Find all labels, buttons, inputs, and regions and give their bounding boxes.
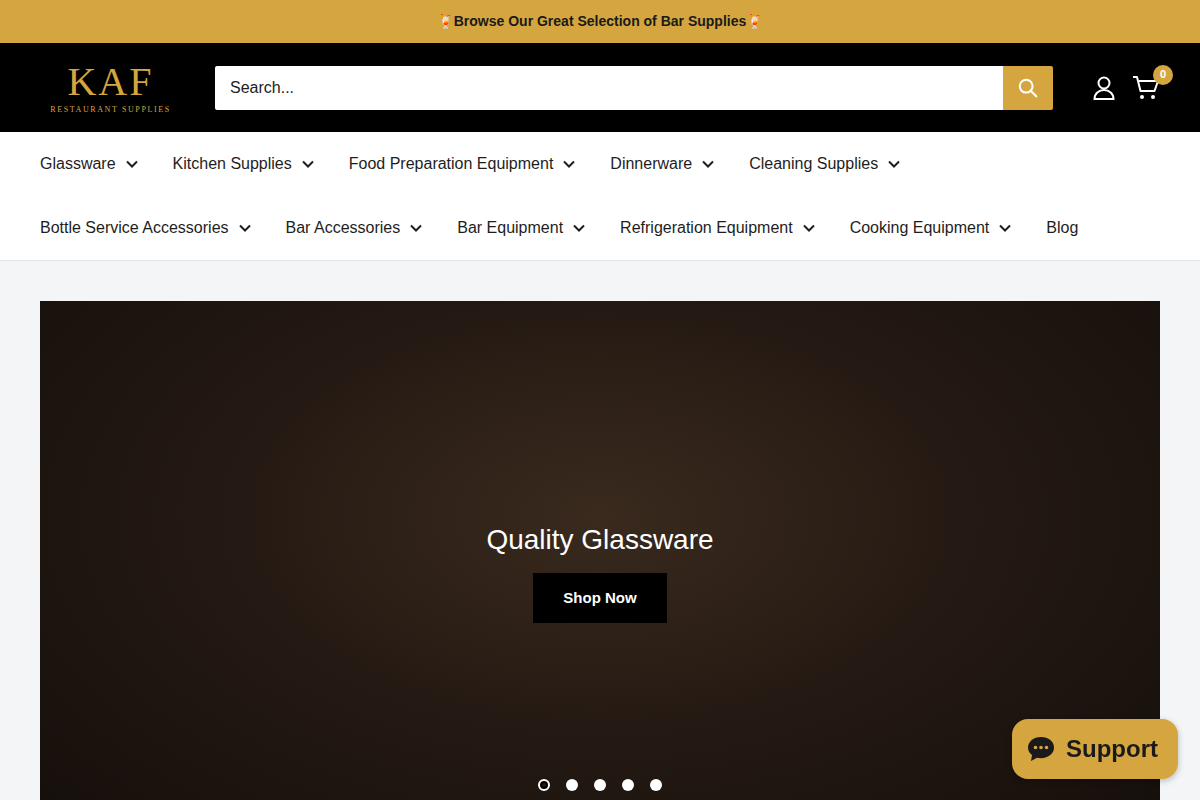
nav-item[interactable]: Glassware [40, 152, 138, 176]
nav-label: Bar Equipment [457, 216, 563, 240]
chevron-down-icon [126, 160, 138, 168]
chevron-down-icon [803, 224, 815, 232]
account-icon [1093, 76, 1115, 100]
slider-dot[interactable] [650, 779, 662, 791]
nav-label: Kitchen Supplies [173, 152, 292, 176]
chat-icon [1026, 735, 1056, 763]
site-header: KAF RESTAURANT SUPPLIES 0 [0, 43, 1200, 132]
search-icon [1017, 77, 1039, 99]
announcement-text: 🍹Browse Our Great Selection of Bar Suppl… [437, 11, 764, 32]
cart-link[interactable]: 0 [1132, 75, 1160, 101]
logo-tagline: RESTAURANT SUPPLIES [40, 106, 181, 114]
logo[interactable]: KAF RESTAURANT SUPPLIES [40, 62, 181, 114]
support-button[interactable]: Support [1012, 719, 1178, 779]
nav-row: Bottle Service Accessories Bar Accessorie… [40, 196, 1160, 260]
shop-now-button[interactable]: Shop Now [533, 573, 666, 624]
main-nav: Glassware Kitchen Supplies Food Preparatio… [0, 132, 1200, 261]
nav-item[interactable]: Refrigeration Equipment [620, 216, 815, 240]
cart-count-badge: 0 [1153, 65, 1173, 85]
hero-title: Quality Glassware [486, 519, 713, 561]
nav-item[interactable]: Food Preparation Equipment [349, 152, 576, 176]
search-form [215, 66, 1053, 110]
nav-label: Dinnerware [610, 152, 692, 176]
header-actions: 0 [1093, 75, 1160, 101]
nav-label: Cleaning Supplies [749, 152, 878, 176]
chevron-down-icon [239, 224, 251, 232]
announcement-bar: 🍹Browse Our Great Selection of Bar Suppl… [0, 0, 1200, 43]
nav-label: Glassware [40, 152, 116, 176]
account-link[interactable] [1093, 76, 1115, 100]
nav-label: Blog [1046, 216, 1078, 240]
hero-section: Quality Glassware Shop Now [0, 261, 1200, 800]
nav-item[interactable]: Cleaning Supplies [749, 152, 900, 176]
logo-mark: KAF [40, 62, 181, 102]
nav-item[interactable]: Dinnerware [610, 152, 714, 176]
nav-item[interactable]: Bottle Service Accessories [40, 216, 251, 240]
slider-dot[interactable] [622, 779, 634, 791]
hero-slide: Quality Glassware Shop Now [40, 301, 1160, 800]
chevron-down-icon [563, 160, 575, 168]
nav-item[interactable]: Kitchen Supplies [173, 152, 314, 176]
slider-dot[interactable] [594, 779, 606, 791]
search-input[interactable] [215, 66, 1003, 110]
nav-item[interactable]: Cooking Equipment [850, 216, 1012, 240]
chevron-down-icon [888, 160, 900, 168]
slider-dot[interactable] [566, 779, 578, 791]
search-button[interactable] [1003, 66, 1053, 110]
slider-dots [40, 779, 1160, 791]
chevron-down-icon [702, 160, 714, 168]
nav-item[interactable]: Bar Equipment [457, 216, 585, 240]
chevron-down-icon [999, 224, 1011, 232]
nav-label: Bar Accessories [286, 216, 401, 240]
chevron-down-icon [410, 224, 422, 232]
nav-label: Cooking Equipment [850, 216, 990, 240]
support-label: Support [1066, 731, 1158, 767]
nav-item[interactable]: Bar Accessories [286, 216, 423, 240]
nav-item[interactable]: Blog [1046, 216, 1078, 240]
nav-label: Bottle Service Accessories [40, 216, 229, 240]
chevron-down-icon [573, 224, 585, 232]
nav-label: Food Preparation Equipment [349, 152, 554, 176]
nav-row: Glassware Kitchen Supplies Food Preparatio… [40, 132, 1160, 196]
nav-label: Refrigeration Equipment [620, 216, 793, 240]
chevron-down-icon [302, 160, 314, 168]
slider-dot[interactable] [538, 779, 550, 791]
